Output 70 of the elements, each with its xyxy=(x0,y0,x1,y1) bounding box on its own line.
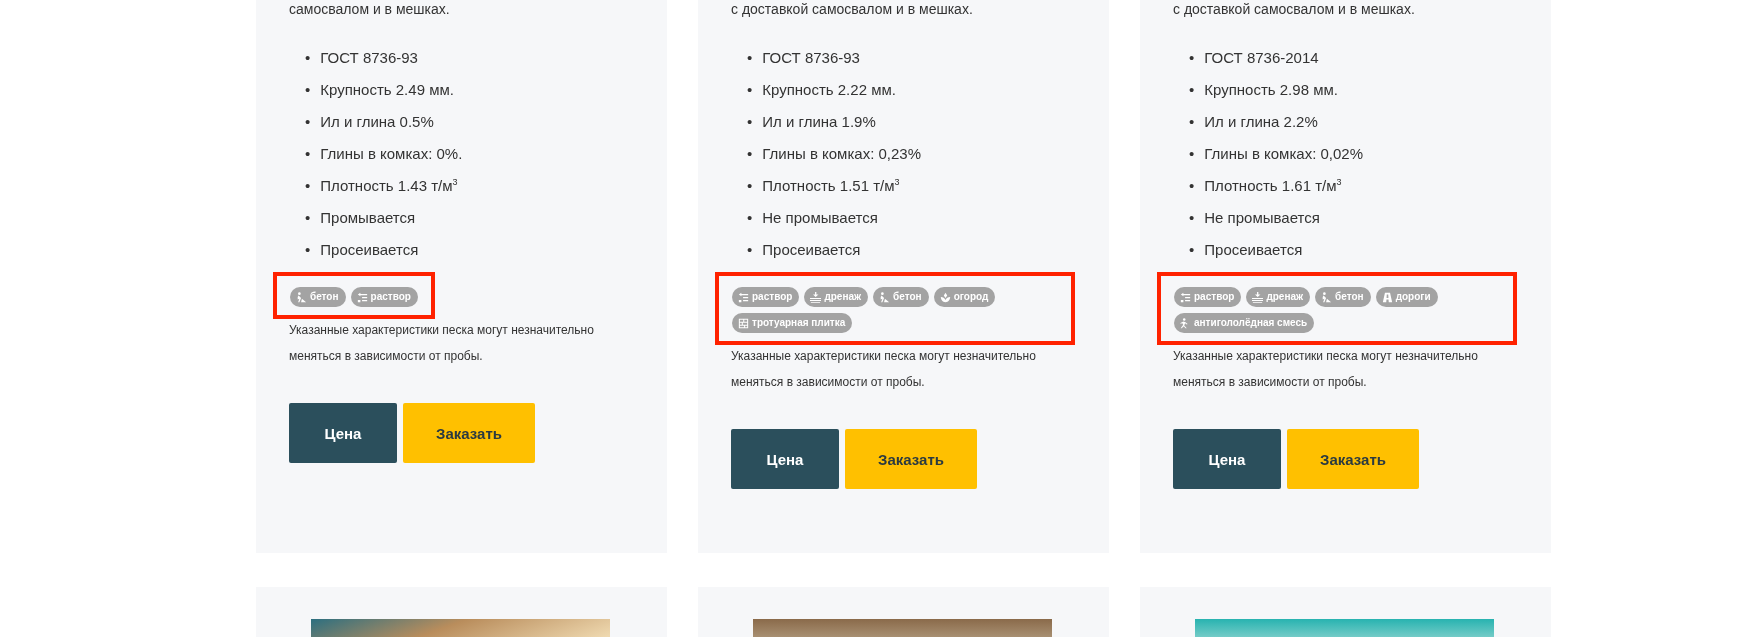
drainage-icon xyxy=(810,291,822,303)
spec-item: Не промывается xyxy=(762,208,878,228)
product-description: самосвалом и в мешках. xyxy=(289,0,450,18)
bullet: • xyxy=(1189,48,1195,68)
usage-tag: бетон xyxy=(1315,287,1371,307)
spec-item: Плотность 1.43 т/м$^{3}$ xyxy=(320,176,458,196)
bullet: • xyxy=(747,208,753,228)
spec-item: Просеивается xyxy=(762,240,861,260)
disclaimer-text: Указанные характеристики песка могут незначительно меняться в зависимости от пробы. xyxy=(289,322,595,365)
usage-tag: бетон xyxy=(290,287,346,307)
order-button[interactable]: Заказать xyxy=(845,429,977,489)
usage-tag: дренаж xyxy=(804,287,869,307)
spec-item: Плотность 1.51 т/м$^{3}$ xyxy=(762,176,900,196)
spec-item: Крупность 2.49 мм. xyxy=(320,80,454,100)
usage-tag: раствор xyxy=(732,287,800,307)
bullet: • xyxy=(305,208,311,228)
usage-tag: бетон xyxy=(873,287,929,307)
disclaimer-text: Указанные характеристики песка могут незначительно меняться в зависимости от пробы. xyxy=(1173,348,1479,391)
spec-item: Ил и глина 0.5% xyxy=(320,112,434,132)
usage-tag: раствор xyxy=(1174,287,1242,307)
spec-item: Просеивается xyxy=(1204,240,1303,260)
bullet: • xyxy=(747,176,753,196)
bullet: • xyxy=(305,80,311,100)
bullet: • xyxy=(305,112,311,132)
bullet: • xyxy=(747,240,753,260)
bullet: • xyxy=(1189,80,1195,100)
spec-item: Глины в комках: 0,23% xyxy=(762,144,922,164)
bullet: • xyxy=(747,112,753,132)
bullet: • xyxy=(747,144,753,164)
order-button[interactable]: Заказать xyxy=(1287,429,1419,489)
spec-item: ГОСТ 8736-93 xyxy=(762,48,860,68)
spec-item: Просеивается xyxy=(320,240,419,260)
usage-tag: огород xyxy=(933,287,996,307)
spec-item: Ил и глина 2.2% xyxy=(1204,112,1318,132)
price-button[interactable]: Цена xyxy=(731,429,839,489)
spec-item: Плотность 1.61 т/м$^{3}$ xyxy=(1204,176,1342,196)
price-button[interactable]: Цена xyxy=(1173,429,1281,489)
bullet: • xyxy=(305,176,311,196)
spec-item: Ил и глина 1.9% xyxy=(762,112,876,132)
tiles-icon xyxy=(738,317,749,329)
disclaimer-text: Указанные характеристики песка могут незначительно меняться в зависимости от пробы. xyxy=(731,348,1037,391)
order-button[interactable]: Заказать xyxy=(403,403,535,463)
bullet: • xyxy=(1189,112,1195,132)
price-button[interactable]: Цена xyxy=(289,403,397,463)
drainage-icon xyxy=(1252,291,1264,303)
usage-tag: антигололёдная смесь xyxy=(1174,313,1315,333)
product-description: с доставкой самосвалом и в мешках. xyxy=(1173,0,1415,18)
bullet: • xyxy=(305,144,311,164)
spec-item: Глины в комках: 0%. xyxy=(320,144,463,164)
usage-tag: тротуарная плитка xyxy=(732,313,853,333)
bullet: • xyxy=(305,240,311,260)
bullet: • xyxy=(1189,144,1195,164)
spec-item: Крупность 2.98 мм. xyxy=(1204,80,1338,100)
bullet: • xyxy=(1189,240,1195,260)
bullet: • xyxy=(747,80,753,100)
usage-tag: раствор xyxy=(350,287,418,307)
bullet: • xyxy=(747,48,753,68)
spec-item: Глины в комках: 0,02% xyxy=(1204,144,1364,164)
product-description: с доставкой самосвалом и в мешках. xyxy=(731,0,973,18)
spec-item: Крупность 2.22 мм. xyxy=(762,80,896,100)
usage-tag: дороги xyxy=(1375,287,1438,307)
spec-item: ГОСТ 8736-2014 xyxy=(1204,48,1319,68)
garden-icon xyxy=(939,291,951,303)
spec-item: Промывается xyxy=(320,208,416,228)
bullet: • xyxy=(305,48,311,68)
bullet: • xyxy=(1189,176,1195,196)
usage-tag: дренаж xyxy=(1246,287,1311,307)
bullet: • xyxy=(1189,208,1195,228)
spec-item: Не промывается xyxy=(1204,208,1320,228)
spec-item: ГОСТ 8736-93 xyxy=(320,48,418,68)
